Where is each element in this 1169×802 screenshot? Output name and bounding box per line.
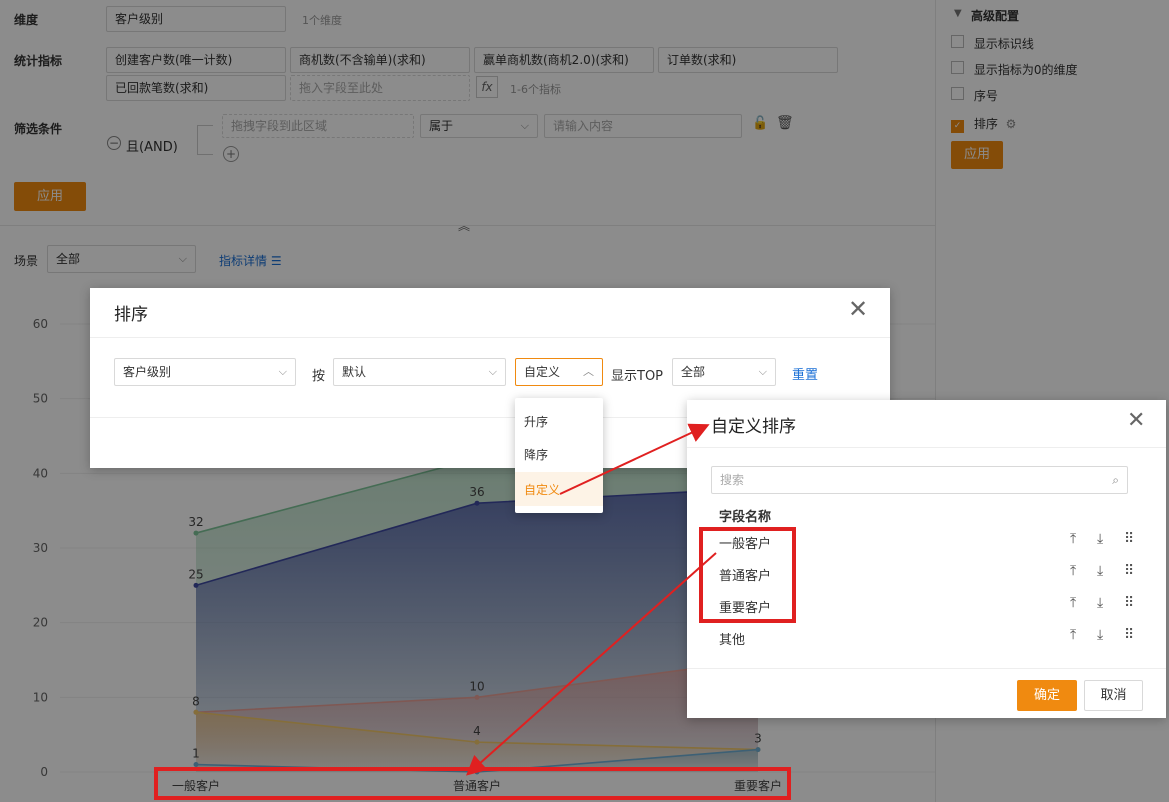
confirm-button[interactable]: 确定 bbox=[1017, 680, 1077, 711]
top-label: 显示TOP bbox=[611, 369, 664, 384]
move-bottom-icon[interactable]: ⤓ bbox=[1097, 563, 1103, 579]
close-icon[interactable]: ✕ bbox=[848, 296, 868, 322]
close-icon[interactable]: ✕ bbox=[1127, 408, 1145, 434]
chevron-down-icon: ⌵ bbox=[278, 365, 287, 378]
move-top-icon[interactable]: ⤒ bbox=[1070, 563, 1076, 579]
sort-item-row[interactable]: 其他 ⤒ ⤓ ⠿ bbox=[687, 627, 1166, 657]
reset-link[interactable]: 重置 bbox=[792, 364, 818, 383]
sort-dialog-title: 排序 bbox=[114, 305, 148, 325]
top-select[interactable]: 全部 ⌵ bbox=[672, 358, 776, 386]
cancel-button[interactable]: 取消 bbox=[1084, 680, 1143, 711]
move-top-icon[interactable]: ⤒ bbox=[1070, 595, 1076, 611]
chevron-up-icon: ︿ bbox=[583, 365, 594, 378]
sort-mode-select[interactable]: 自定义 ︿ bbox=[515, 358, 603, 386]
sort-mode-dropdown: 升序 降序 自定义 bbox=[515, 398, 603, 513]
search-input[interactable]: 搜索 ⌕ bbox=[711, 466, 1128, 494]
sort-by-select[interactable]: 默认 ⌵ bbox=[333, 358, 506, 386]
option-custom[interactable]: 自定义 bbox=[524, 481, 560, 498]
sort-field-select[interactable]: 客户级别 ⌵ bbox=[114, 358, 296, 386]
move-bottom-icon[interactable]: ⤓ bbox=[1097, 531, 1103, 547]
divider bbox=[687, 447, 1166, 448]
custom-sort-title: 自定义排序 bbox=[711, 417, 796, 437]
search-icon: ⌕ bbox=[1112, 473, 1119, 487]
by-label: 按 bbox=[312, 369, 326, 384]
option-ascending[interactable]: 升序 bbox=[524, 413, 548, 430]
sort-item-label: 其他 bbox=[719, 633, 746, 648]
drag-handle-icon[interactable]: ⠿ bbox=[1124, 563, 1134, 579]
chevron-down-icon: ⌵ bbox=[758, 365, 767, 378]
move-bottom-icon[interactable]: ⤓ bbox=[1097, 595, 1103, 611]
highlight-box-xaxis bbox=[154, 767, 791, 800]
divider bbox=[687, 668, 1166, 669]
option-descending[interactable]: 降序 bbox=[524, 446, 548, 463]
highlight-box-custom-items bbox=[699, 527, 796, 623]
drag-handle-icon[interactable]: ⠿ bbox=[1124, 595, 1134, 611]
drag-handle-icon[interactable]: ⠿ bbox=[1124, 627, 1134, 643]
move-bottom-icon[interactable]: ⤓ bbox=[1097, 627, 1103, 643]
move-top-icon[interactable]: ⤒ bbox=[1070, 531, 1076, 547]
drag-handle-icon[interactable]: ⠿ bbox=[1124, 531, 1134, 547]
move-top-icon[interactable]: ⤒ bbox=[1070, 627, 1076, 643]
column-header: 字段名称 bbox=[719, 510, 772, 525]
chevron-down-icon: ⌵ bbox=[488, 365, 497, 378]
divider bbox=[90, 337, 890, 338]
